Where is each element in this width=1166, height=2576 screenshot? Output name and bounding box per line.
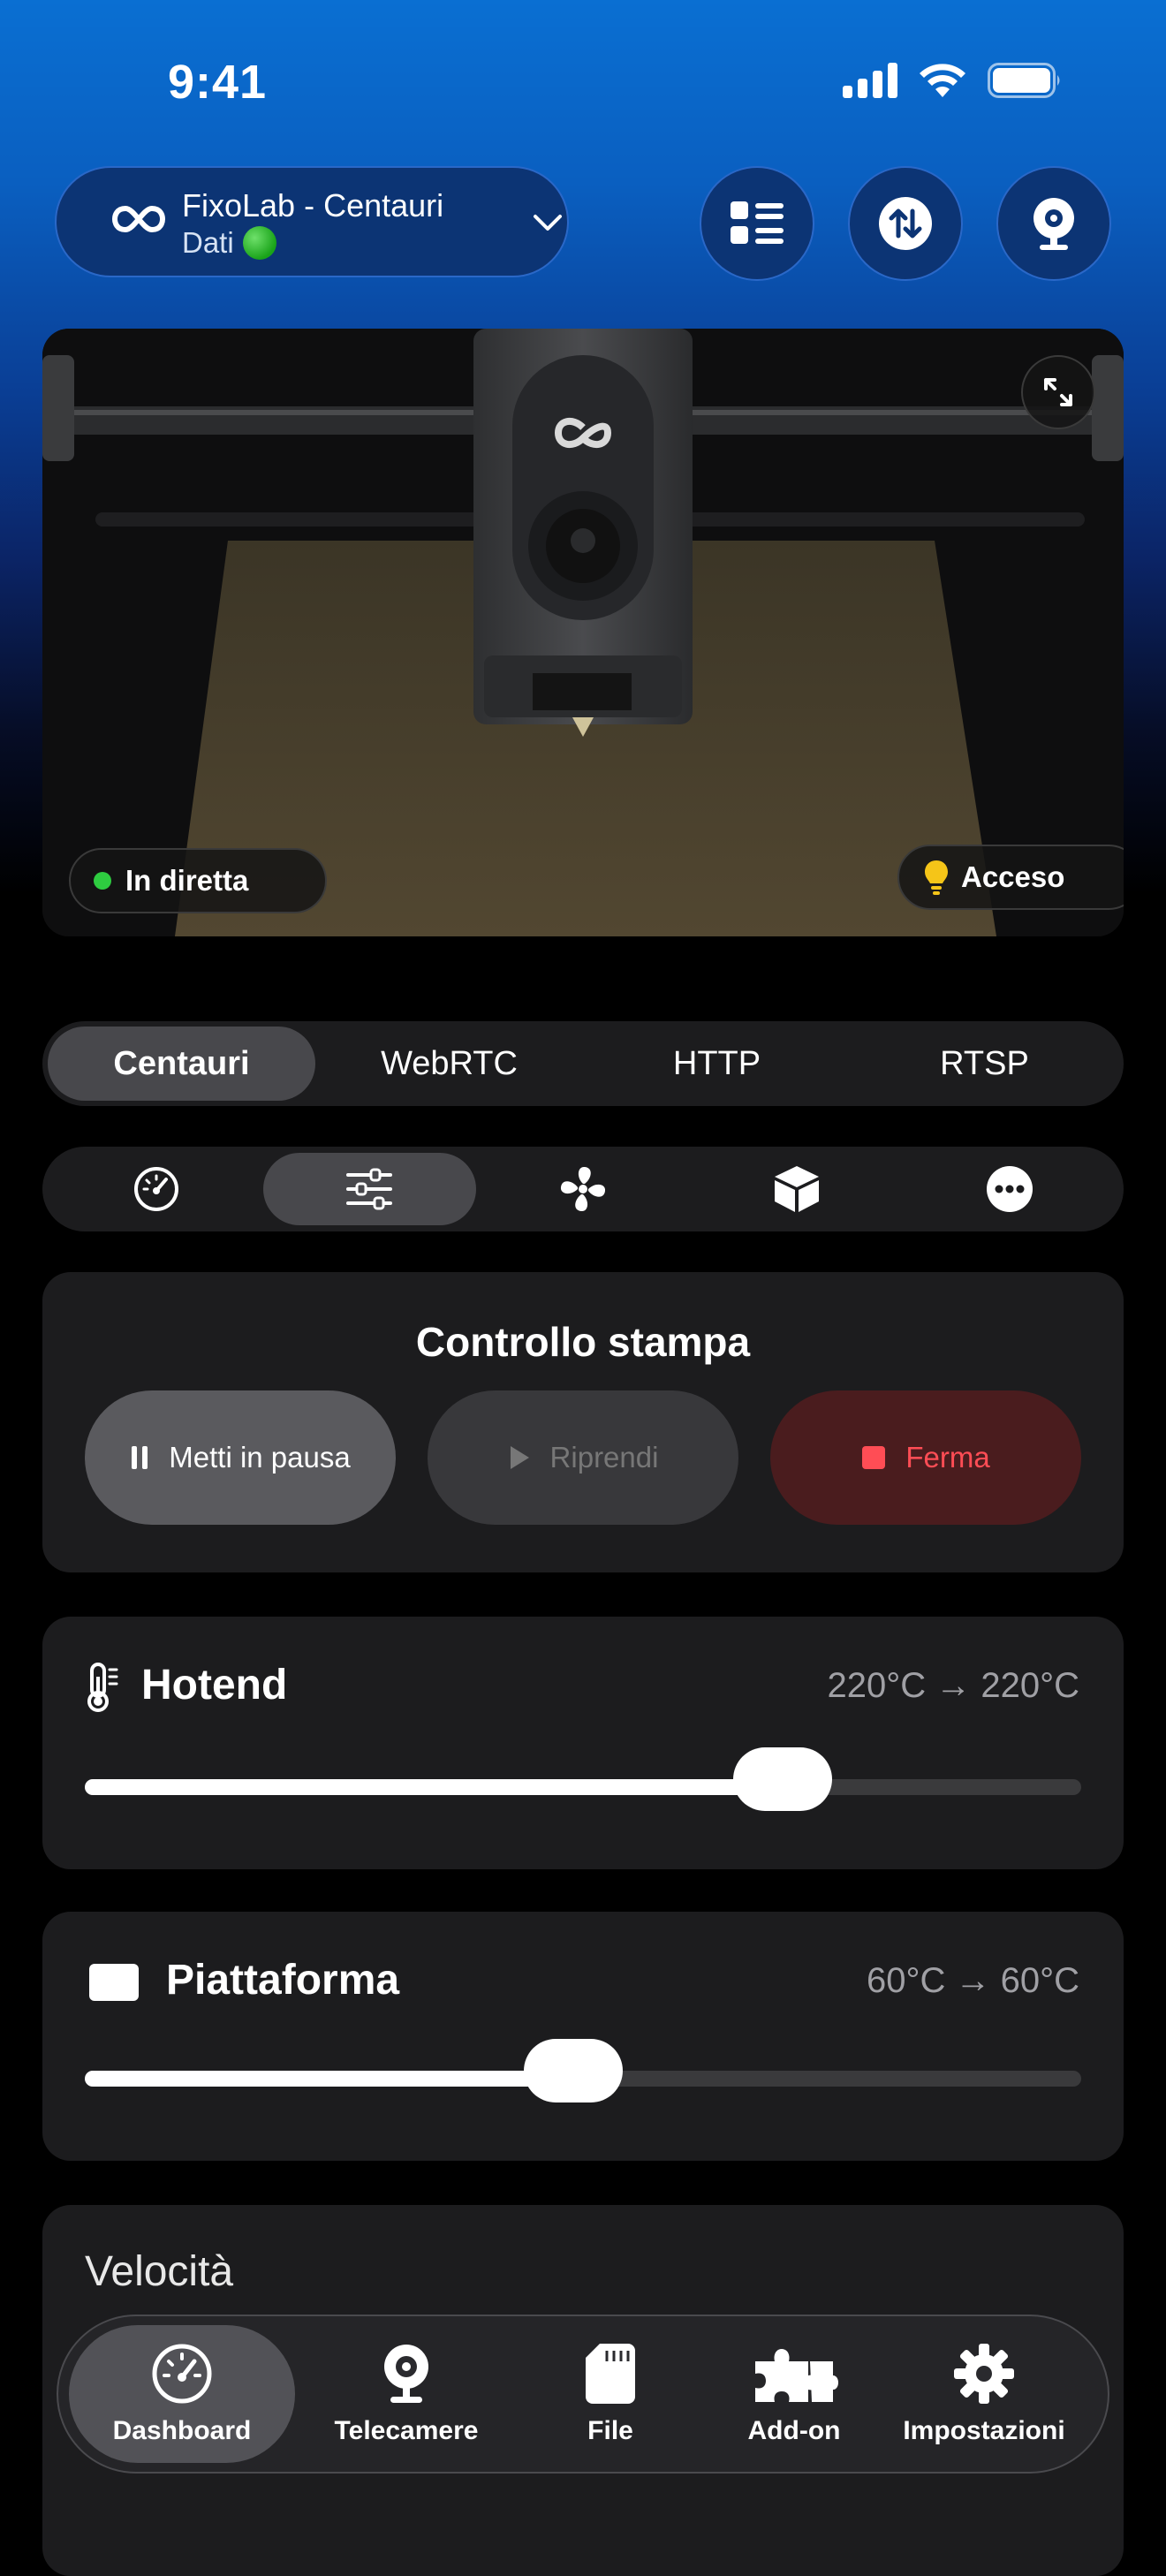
light-label: Acceso xyxy=(961,860,1065,893)
gauge-icon xyxy=(152,2344,212,2404)
webcam-icon xyxy=(1034,198,1074,250)
tab-files[interactable]: File xyxy=(535,2325,685,2463)
sliders-icon xyxy=(346,1168,393,1210)
tab-settings-label: Impostazioni xyxy=(903,2416,1065,2445)
gauge-icon xyxy=(133,1167,178,1211)
wifi-icon xyxy=(920,64,965,97)
hotend-slider-fill xyxy=(85,1779,783,1795)
stop-icon xyxy=(862,1446,886,1469)
bed-label: Piattaforma xyxy=(166,1957,400,2004)
section-filament[interactable] xyxy=(690,1153,904,1225)
pause-icon xyxy=(132,1446,148,1469)
webcam-button[interactable] xyxy=(996,166,1111,281)
pause-button[interactable]: Metti in pausa xyxy=(85,1390,396,1525)
cellular-signal-icon xyxy=(843,63,897,98)
list-view-button[interactable] xyxy=(700,166,814,281)
stop-button[interactable]: Ferma xyxy=(770,1390,1081,1525)
live-label: In diretta xyxy=(125,864,249,897)
tab-http[interactable]: HTTP xyxy=(583,1027,851,1101)
connection-ok-indicator xyxy=(242,226,276,260)
tab-dashboard-label: Dashboard xyxy=(112,2416,252,2445)
tab-webrtc[interactable]: WebRTC xyxy=(315,1027,583,1101)
fan-icon xyxy=(560,1166,606,1212)
bed-icon xyxy=(89,1964,139,2001)
hotend-card: Hotend 220°C → 220°C xyxy=(42,1617,1124,1869)
bed-slider-thumb[interactable] xyxy=(523,2039,623,2102)
hotend-label: Hotend xyxy=(141,1662,288,1708)
bed-temperature: 60°C → 60°C xyxy=(867,1961,1079,2000)
play-icon xyxy=(510,1446,529,1469)
section-status[interactable] xyxy=(49,1153,263,1225)
resume-button[interactable]: Riprendi xyxy=(428,1390,738,1525)
status-icons xyxy=(843,62,1062,99)
live-badge: In diretta xyxy=(69,848,327,913)
expand-icon xyxy=(1044,378,1072,406)
speed-label: Velocità xyxy=(85,2248,234,2295)
fullscreen-button[interactable] xyxy=(1021,355,1095,429)
chevron-down-icon xyxy=(534,215,562,231)
printer-selector[interactable]: FixoLab - Centauri Dati xyxy=(55,166,569,277)
tab-addons-label: Add-on xyxy=(747,2416,841,2445)
sd-card-icon xyxy=(586,2344,635,2404)
hotend-temperature: 220°C → 220°C xyxy=(827,1666,1079,1705)
battery-icon xyxy=(988,63,1060,98)
status-time: 9:41 xyxy=(168,56,268,109)
printer-name: FixoLab - Centauri xyxy=(182,187,444,224)
bed-slider-fill xyxy=(85,2071,573,2087)
tab-addons[interactable]: Add-on xyxy=(710,2325,878,2463)
connection-label: Dati xyxy=(182,226,234,259)
hotend-slider[interactable] xyxy=(85,1747,1081,1811)
tab-centauri[interactable]: Centauri xyxy=(48,1027,315,1101)
list-icon xyxy=(731,201,784,244)
bed-slider[interactable] xyxy=(85,2039,1081,2102)
hotend-slider-thumb[interactable] xyxy=(732,1747,832,1811)
tab-files-label: File xyxy=(587,2416,633,2445)
more-icon xyxy=(987,1166,1034,1212)
tab-cameras[interactable]: Telecamere xyxy=(311,2325,502,2463)
webcam-icon xyxy=(384,2345,428,2403)
print-control-card: Controllo stampa Metti in pausa Riprendi… xyxy=(42,1272,1124,1572)
tab-rtsp[interactable]: RTSP xyxy=(851,1027,1118,1101)
live-dot-icon xyxy=(94,872,111,890)
pause-label: Metti in pausa xyxy=(169,1441,351,1474)
bottom-tab-bar: Dashboard Telecamere File Add-on Imposta… xyxy=(57,2315,1109,2474)
puzzle-icon xyxy=(755,2349,838,2402)
thermometer-icon xyxy=(87,1663,118,1712)
section-controls[interactable] xyxy=(262,1153,477,1225)
resume-label: Riprendi xyxy=(549,1441,659,1474)
section-fans[interactable] xyxy=(476,1153,690,1225)
light-toggle[interactable]: Acceso xyxy=(897,845,1124,910)
stream-source-selector: Centauri WebRTC HTTP RTSP xyxy=(42,1021,1124,1106)
print-control-title: Controllo stampa xyxy=(415,1319,751,1365)
section-more[interactable] xyxy=(903,1153,1117,1225)
tab-cameras-label: Telecamere xyxy=(334,2416,479,2445)
transfer-arrows-icon xyxy=(879,197,932,250)
connection-status: Dati xyxy=(182,226,276,260)
section-selector xyxy=(42,1147,1124,1231)
box-icon xyxy=(774,1166,819,1212)
light-bulb-icon xyxy=(925,860,948,895)
gear-icon xyxy=(954,2344,1014,2404)
transfer-button[interactable] xyxy=(848,166,963,281)
stop-label: Ferma xyxy=(905,1441,990,1474)
bed-card: Piattaforma 60°C → 60°C xyxy=(42,1912,1124,2161)
printer-logo-icon xyxy=(111,205,166,233)
tab-dashboard[interactable]: Dashboard xyxy=(69,2325,295,2463)
tab-settings[interactable]: Impostazioni xyxy=(880,2325,1088,2463)
camera-feed[interactable]: In diretta Acceso xyxy=(42,329,1124,936)
